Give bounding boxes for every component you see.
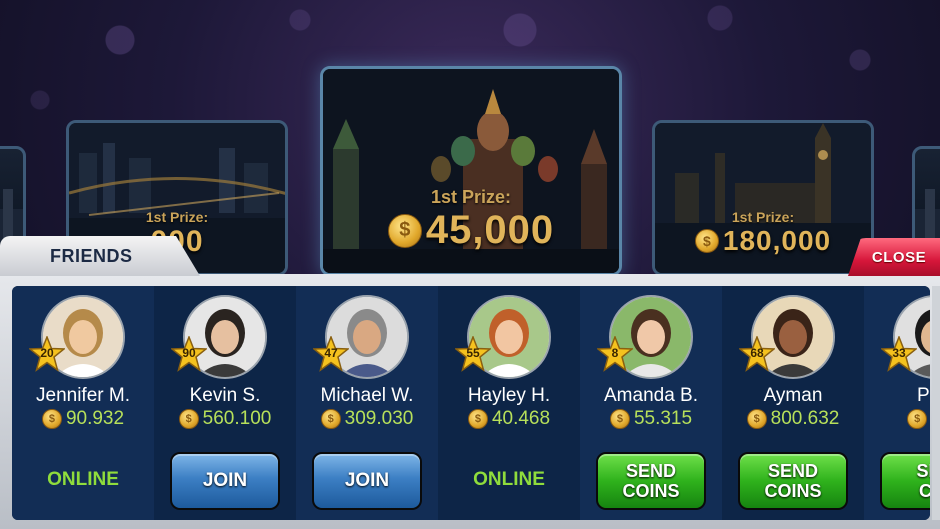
friend-coin-balance: $ 309.030 <box>296 408 438 430</box>
friend-card[interactable]: 90 Kevin S. $ 560.100 JOIN <box>154 286 296 520</box>
friend-name: Hayley H. <box>467 385 551 406</box>
friend-card[interactable]: 8 Amanda B. $ 55.315 SEND COINS <box>580 286 722 520</box>
send-coins-button[interactable]: SEND COINS <box>738 452 848 510</box>
dollar-coin-icon: $ <box>178 409 199 429</box>
send-coins-button-label: SEND COINS <box>764 461 822 501</box>
send-coins-button-label: SEND COINS <box>622 461 680 501</box>
coin-amount: 55.315 <box>633 408 693 429</box>
friend-name: Jennifer M. <box>36 385 130 406</box>
tab-friends-label: FRIENDS <box>50 245 133 266</box>
friend-coin-balance: $ 800.632 <box>722 408 864 430</box>
prize-amount: 45,000 <box>425 208 555 252</box>
friend-name: Kevin S. <box>189 385 261 406</box>
coin-amount: 800.632 <box>770 408 840 429</box>
level-number: 55 <box>466 346 480 360</box>
level-badge: 47 <box>313 336 349 372</box>
join-button[interactable]: JOIN <box>312 452 422 510</box>
coin-amount: 90.932 <box>65 408 125 429</box>
level-badge: 20 <box>29 336 65 372</box>
friend-coin-balance: $ 560.100 <box>154 408 296 430</box>
friend-coin-balance: $ 40.468 <box>438 408 580 430</box>
dollar-coin-icon: $ <box>609 409 630 429</box>
friend-coin-balance: $ 498 <box>864 408 930 430</box>
dollar-coin-icon: $ <box>41 409 62 429</box>
prize-amount: 180,000 <box>722 225 832 256</box>
friend-name: Michael W. <box>320 385 414 406</box>
level-badge: 8 <box>597 336 633 372</box>
prize-label: 1st Prize: <box>731 209 795 225</box>
tournament-card-moscow[interactable]: 1st Prize: $ 45,000 <box>320 66 622 276</box>
close-button-label: CLOSE <box>871 248 927 266</box>
prize-label: 1st Prize: <box>430 187 512 207</box>
friend-card[interactable]: 68 Ayman $ 800.632 SEND COINS <box>722 286 864 520</box>
tab-friends[interactable]: FRIENDS <box>0 236 200 276</box>
join-button-label: JOIN <box>202 470 248 491</box>
friend-card[interactable]: 47 Michael W. $ 309.030 JOIN <box>296 286 438 520</box>
friend-card[interactable]: 33 Phili $ 498 SEN COI <box>864 286 930 520</box>
dollar-coin-icon: $ <box>320 409 341 429</box>
level-number: 33 <box>892 346 906 360</box>
dollar-coin-icon: $ <box>694 229 719 253</box>
level-badge: 68 <box>739 336 775 372</box>
level-number: 47 <box>324 346 338 360</box>
friend-card[interactable]: 20 Jennifer M. $ 90.932 ONLINE <box>12 286 154 520</box>
dollar-coin-icon: $ <box>387 213 422 248</box>
close-button[interactable]: CLOSE <box>848 238 940 276</box>
level-number: 68 <box>750 346 764 360</box>
friends-list[interactable]: 20 Jennifer M. $ 90.932 ONLINE 90 Kevin … <box>12 286 930 520</box>
send-coins-button[interactable]: SEND COINS <box>596 452 706 510</box>
friends-scrollbar[interactable] <box>932 286 940 520</box>
level-badge: 33 <box>881 336 917 372</box>
friend-coin-balance: $ 55.315 <box>580 408 722 430</box>
prize-label: 1st Prize: <box>145 209 209 225</box>
friend-name: Ayman <box>763 385 823 406</box>
friend-name: Amanda B. <box>604 385 698 406</box>
dollar-coin-icon: $ <box>907 409 928 429</box>
friend-card[interactable]: 55 Hayley H. $ 40.468 ONLINE <box>438 286 580 520</box>
dollar-coin-icon: $ <box>746 409 767 429</box>
friend-coin-balance: $ 90.932 <box>12 408 154 430</box>
level-badge: 55 <box>455 336 491 372</box>
level-number: 90 <box>182 346 196 360</box>
online-status: ONLINE <box>473 469 545 490</box>
coin-amount: 309.030 <box>344 408 414 429</box>
join-button-label: JOIN <box>344 470 390 491</box>
friend-name: Phili <box>917 385 930 406</box>
coin-amount: 40.468 <box>491 408 551 429</box>
join-button[interactable]: JOIN <box>170 452 280 510</box>
level-number: 20 <box>40 346 54 360</box>
level-badge: 90 <box>171 336 207 372</box>
send-coins-button-label: SEN COI <box>916 461 930 501</box>
send-coins-button[interactable]: SEN COI <box>880 452 930 510</box>
online-status: ONLINE <box>47 469 119 490</box>
dollar-coin-icon: $ <box>467 409 488 429</box>
level-number: 8 <box>611 346 619 360</box>
tournament-card-london[interactable]: 1st Prize: $ 180,000 <box>652 120 874 276</box>
coin-amount: 560.100 <box>202 408 272 429</box>
